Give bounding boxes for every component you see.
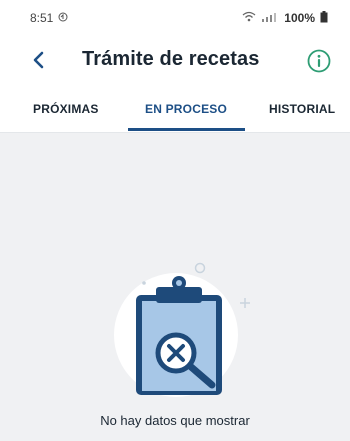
status-time: 8:51 (30, 11, 54, 25)
tab-historial[interactable]: HISTORIAL (269, 102, 335, 116)
wifi-icon (242, 11, 256, 25)
info-button[interactable] (306, 48, 332, 74)
battery-icon (320, 10, 328, 26)
status-left: 8:51 (30, 11, 68, 25)
clipboard-search-x-icon (104, 253, 254, 403)
sync-icon (58, 11, 68, 25)
status-bar: 8:51 100% (0, 0, 350, 36)
empty-state-message: No hay datos que mostrar (100, 413, 250, 428)
battery-level: 100% (284, 11, 315, 25)
signal-icon (261, 11, 279, 25)
app-header: Trámite de recetas (0, 36, 350, 86)
chevron-left-icon (33, 51, 44, 69)
tab-bar: PRÓXIMAS EN PROCESO HISTORIAL (0, 94, 350, 133)
status-right: 100% (242, 10, 328, 26)
content-area: No hay datos que mostrar (0, 133, 350, 441)
tab-en-proceso[interactable]: EN PROCESO (145, 102, 227, 116)
active-tab-indicator (128, 128, 245, 131)
tab-proximas[interactable]: PRÓXIMAS (33, 102, 99, 116)
page-title: Trámite de recetas (82, 48, 260, 70)
info-circle-icon (307, 49, 331, 73)
back-button[interactable] (24, 46, 52, 74)
